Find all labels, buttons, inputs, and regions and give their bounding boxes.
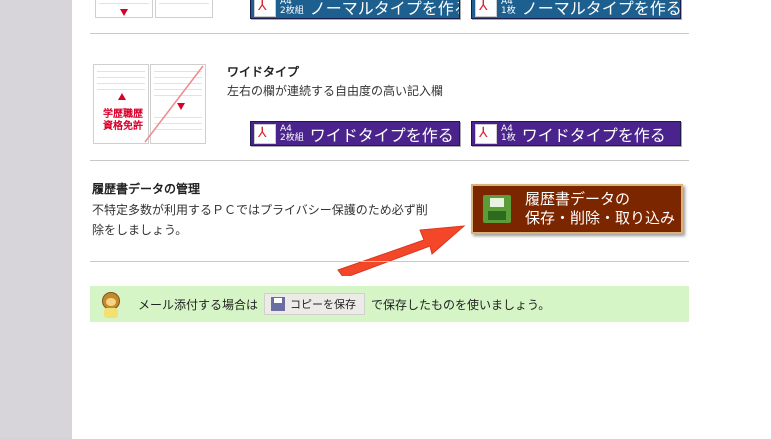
normal-1sheet-button-label: ノーマルタイプを作る xyxy=(521,0,681,18)
manage-data-button[interactable]: 履歴書データの 保存・削除・取り込み xyxy=(471,184,683,234)
tip-text-before: メール添付する場合は xyxy=(138,297,259,312)
divider xyxy=(90,160,689,161)
paper-size-label: A4 2枚組 xyxy=(280,123,304,143)
wide-thumbnail-diagonal xyxy=(144,65,204,143)
normal-thumbnail-right xyxy=(155,0,213,18)
tip-text-after: で保存したものを使いましょう。 xyxy=(371,297,551,312)
manage-title: 履歴書データの管理 xyxy=(92,182,201,196)
annotation-arrow xyxy=(337,225,466,276)
normal-1sheet-button[interactable]: A41枚 ノーマルタイプを作る xyxy=(471,0,681,19)
pdf-icon xyxy=(475,123,497,144)
wide-title: ワイドタイプ xyxy=(227,65,300,79)
wide-description: 左右の欄が連続する自由度の高い記入欄 xyxy=(227,84,444,98)
wide-1sheet-button-label: ワイドタイプを作る xyxy=(521,125,666,145)
main-content: A42枚組 ノーマルタイプを作る A41枚 ノーマルタイプを作る 学歴職歴 資格… xyxy=(72,0,771,439)
pdf-icon xyxy=(254,123,276,144)
divider xyxy=(90,33,689,34)
mascot-icon xyxy=(98,290,124,318)
paper-size-label: A4 1枚 xyxy=(501,0,516,16)
floppy-disk-icon xyxy=(271,297,286,311)
tip-box: メール添付する場合は コピーを保存 で保存したものを使いましょう。 xyxy=(90,286,689,322)
floppy-disk-icon xyxy=(483,195,511,223)
left-rail xyxy=(0,0,72,439)
paper-size-label: A4 1枚 xyxy=(501,123,516,143)
normal-2sheet-button-label: ノーマルタイプを作る xyxy=(309,0,460,18)
copy-save-button[interactable]: コピーを保存 xyxy=(264,293,366,315)
wide-1sheet-button[interactable]: A41枚 ワイドタイプを作る xyxy=(471,121,681,146)
divider xyxy=(90,261,689,262)
manage-button-line: 履歴書データの xyxy=(525,190,631,208)
paper-size-label: A4 2枚組 xyxy=(280,0,304,16)
pdf-icon xyxy=(475,0,497,17)
wide-2sheet-button[interactable]: A42枚組 ワイドタイプを作る xyxy=(250,121,460,146)
normal-thumbnail-left xyxy=(95,0,153,18)
down-marker-icon xyxy=(120,9,128,16)
wide-2sheet-button-label: ワイドタイプを作る xyxy=(309,125,454,145)
manage-button-line: 保存・削除・取り込み xyxy=(525,209,676,227)
normal-2sheet-button[interactable]: A42枚組 ノーマルタイプを作る xyxy=(250,0,460,19)
copy-save-button-label: コピーを保存 xyxy=(290,298,357,311)
pdf-icon xyxy=(254,0,276,17)
